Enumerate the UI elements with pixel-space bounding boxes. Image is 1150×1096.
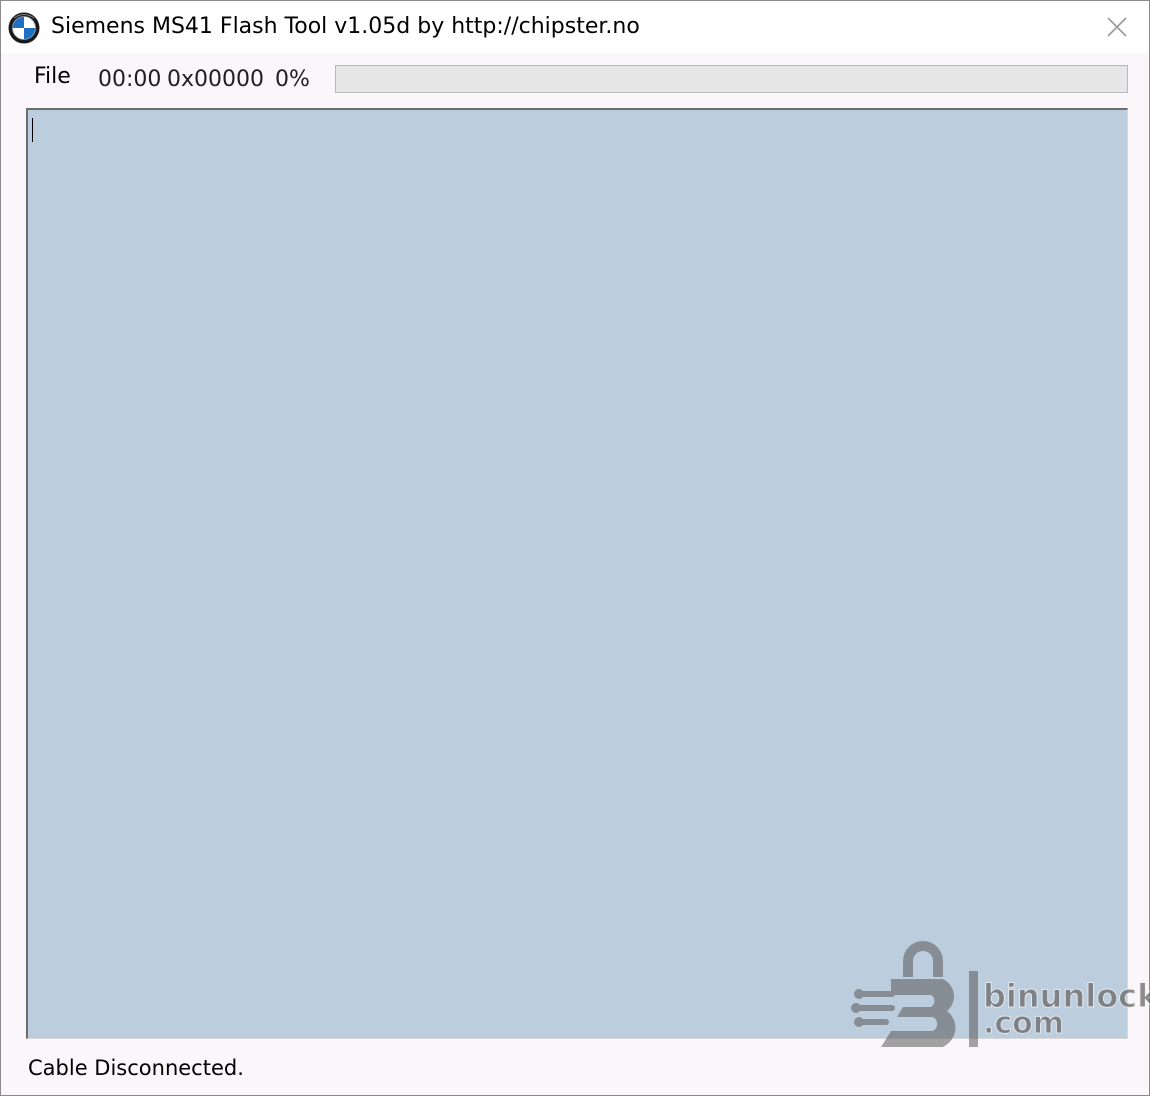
progress-bar	[335, 65, 1128, 93]
binunlock-watermark-logo: binunlock .com	[851, 941, 1150, 1047]
text-caret	[32, 118, 33, 142]
window-title: Siemens MS41 Flash Tool v1.05d by http:/…	[51, 14, 640, 39]
flash-address: 0x00000	[167, 67, 265, 92]
progress-percent: 0%	[275, 67, 310, 92]
title-bar[interactable]: Siemens MS41 Flash Tool v1.05d by http:/…	[1, 1, 1149, 53]
close-icon	[1107, 17, 1127, 37]
elapsed-time: 00:00	[98, 67, 162, 92]
app-window: Siemens MS41 Flash Tool v1.05d by http:/…	[0, 0, 1150, 1096]
close-button[interactable]	[1085, 1, 1149, 53]
log-textarea[interactable]	[26, 108, 1128, 1039]
watermark-line2: .com	[983, 1006, 1064, 1041]
menu-file[interactable]: File	[32, 63, 73, 91]
menu-bar: File 00:00 0x00000 0%	[1, 53, 1149, 103]
bmw-roundel-icon	[8, 12, 40, 44]
status-bar-text: Cable Disconnected.	[28, 1056, 244, 1080]
